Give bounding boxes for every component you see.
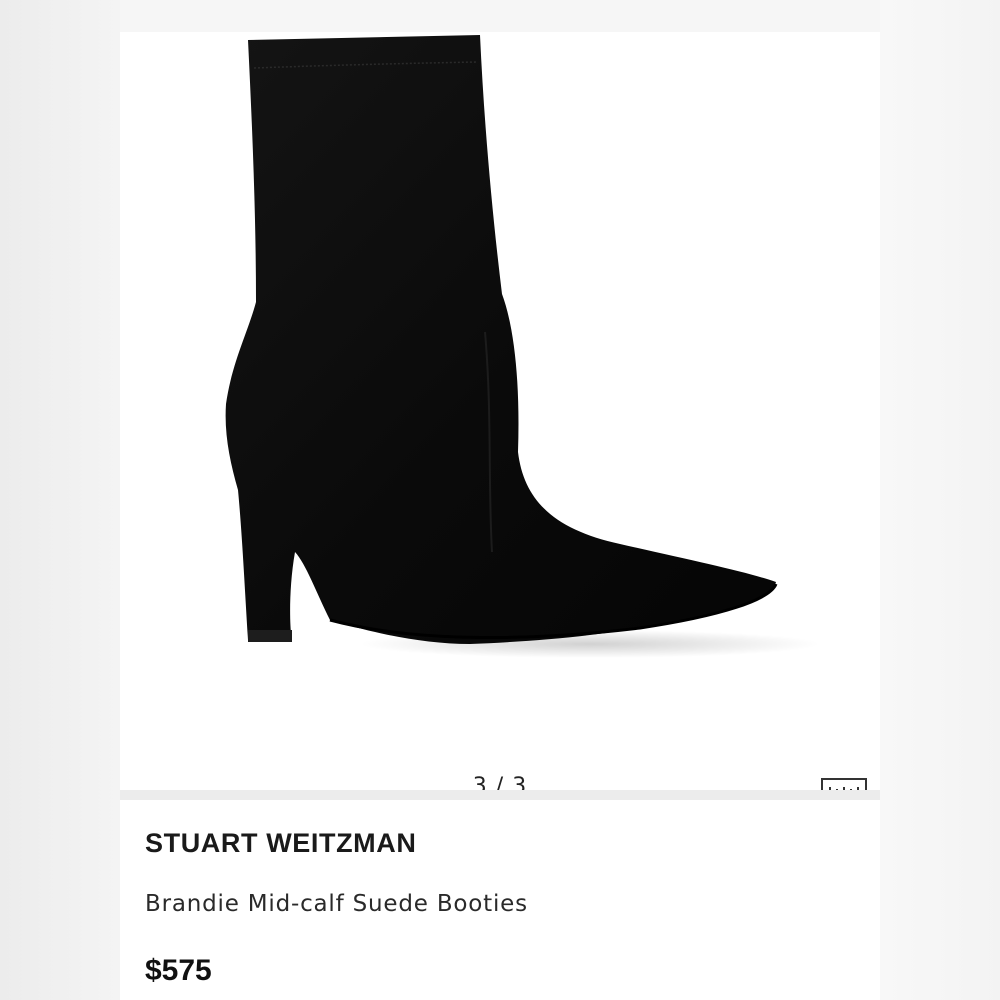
product-image[interactable] <box>120 32 880 790</box>
product-price: $575 <box>145 954 212 987</box>
brand-name[interactable]: STUART WEITZMAN <box>145 828 416 859</box>
image-gallery[interactable]: 3 / 3 <box>120 32 880 799</box>
left-backdrop <box>0 0 120 1000</box>
top-strip <box>120 0 880 32</box>
section-divider <box>120 790 880 800</box>
product-name: Brandie Mid-calf Suede Booties <box>145 891 528 917</box>
right-backdrop <box>880 0 1000 1000</box>
product-card: 3 / 3 STUART WEITZMAN Brandie Mid-calf S… <box>120 0 880 1000</box>
boot-shape <box>225 35 776 644</box>
